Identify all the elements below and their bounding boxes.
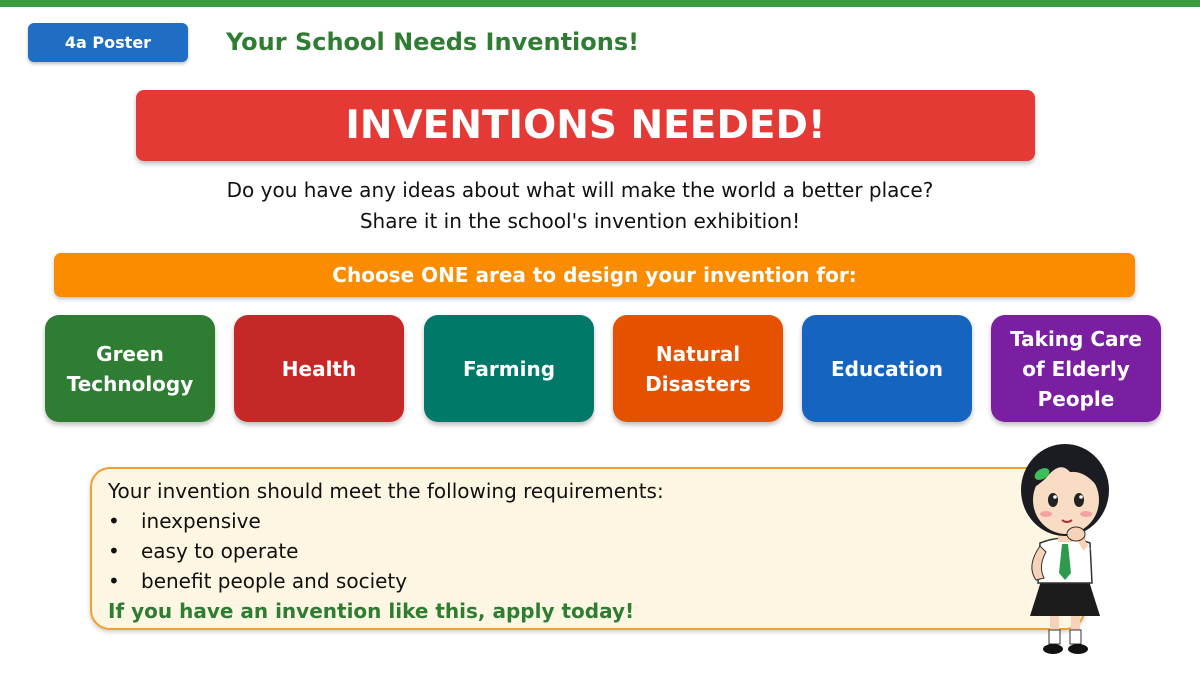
area-label-line: Health: [281, 356, 357, 381]
area-elderly-care[interactable]: Taking Care of Elderly People: [991, 315, 1161, 422]
top-accent-bar: [0, 0, 1200, 7]
area-education[interactable]: Education: [802, 315, 972, 422]
requirement-text: benefit people and society: [141, 569, 408, 593]
requirement-item: • inexpensive: [108, 506, 407, 536]
bullet: •: [108, 539, 120, 563]
intro-text: Do you have any ideas about what will ma…: [150, 175, 1010, 237]
requirements-list: • inexpensive • easy to operate • benefi…: [108, 506, 407, 596]
page-title: Your School Needs Inventions!: [226, 28, 640, 56]
area-label-line: Green: [96, 341, 164, 366]
area-label-line: Natural: [655, 341, 741, 366]
area-label-line: Education: [831, 356, 943, 381]
area-label-line: Disasters: [645, 371, 751, 396]
requirement-item: • benefit people and society: [108, 566, 407, 596]
intro-line-2: Share it in the school's invention exhib…: [359, 209, 801, 233]
thinking-girl-icon: [1021, 444, 1109, 654]
poster-tag[interactable]: 4a Poster: [28, 23, 188, 62]
area-label-line: Taking Care: [1010, 326, 1142, 351]
apply-call-to-action: If you have an invention like this, appl…: [108, 599, 635, 623]
choose-area-bar: Choose ONE area to design your invention…: [54, 253, 1135, 297]
area-health[interactable]: Health: [234, 315, 404, 422]
inventions-banner: INVENTIONS NEEDED!: [136, 90, 1035, 161]
area-label-line: Technology: [66, 371, 194, 396]
requirement-item: • easy to operate: [108, 536, 407, 566]
bullet: •: [108, 569, 120, 593]
area-green-technology[interactable]: Green Technology: [45, 315, 215, 422]
intro-line-1: Do you have any ideas about what will ma…: [226, 178, 934, 202]
requirement-text: inexpensive: [141, 509, 261, 533]
area-label-line: People: [1037, 386, 1115, 411]
requirement-text: easy to operate: [141, 539, 299, 563]
area-label-line: Farming: [462, 356, 556, 381]
bullet: •: [108, 509, 120, 533]
area-label-line: of Elderly: [1022, 356, 1130, 381]
area-farming[interactable]: Farming: [424, 315, 594, 422]
requirements-title: Your invention should meet the following…: [108, 479, 664, 503]
area-natural-disasters[interactable]: Natural Disasters: [613, 315, 783, 422]
